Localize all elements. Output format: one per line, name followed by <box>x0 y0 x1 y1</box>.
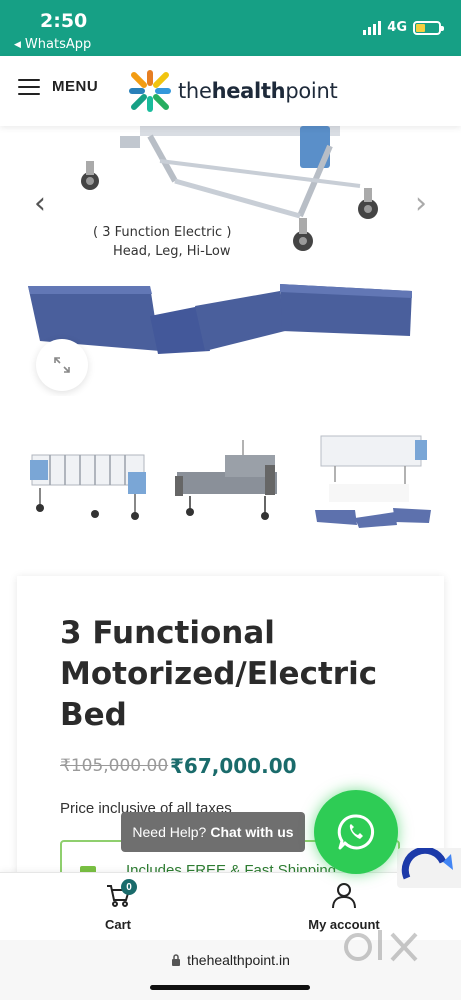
thumbnail-3[interactable] <box>305 410 445 540</box>
cart-count-badge: 0 <box>121 879 137 895</box>
site-logo[interactable]: thehealthpoint <box>128 69 338 113</box>
expand-icon <box>54 357 70 373</box>
olx-watermark-icon <box>344 930 418 962</box>
logo-text: thehealthpoint <box>178 79 338 103</box>
status-time: 2:50 <box>40 10 88 32</box>
chevron-right-icon: › <box>415 186 427 221</box>
sale-price: ₹67,000.00 <box>170 754 297 778</box>
signal-icon <box>363 20 382 35</box>
need-help-tooltip[interactable]: Need Help? Chat with us <box>121 812 305 852</box>
need-help-text: Need Help? <box>132 824 207 840</box>
site-header: MENU thehealthpoint <box>0 56 461 126</box>
thumbnail-image <box>315 435 431 528</box>
status-indicators: 4G <box>363 20 444 35</box>
thumbnail-image <box>30 454 146 520</box>
user-icon <box>332 883 356 909</box>
back-to-app-link[interactable]: ◀ WhatsApp <box>14 37 91 52</box>
zoom-button[interactable] <box>36 339 88 391</box>
back-app-label: WhatsApp <box>24 37 92 52</box>
lock-icon <box>172 954 181 966</box>
whatsapp-chat-button[interactable] <box>314 790 398 874</box>
network-type: 4G <box>387 20 407 35</box>
product-title: 3 Functional Motorized/Electric Bed <box>60 615 378 733</box>
cart-nav-item[interactable]: 0 Cart <box>88 879 148 932</box>
back-triangle-icon: ◀ <box>14 39 21 50</box>
recaptcha-badge[interactable] <box>397 848 461 888</box>
status-bar: 2:50 ◀ WhatsApp 4G <box>0 0 461 56</box>
caption-line-2: Head, Leg, Hi-Low <box>113 244 231 259</box>
thumbnail-strip <box>0 410 461 540</box>
cart-label: Cart <box>104 917 131 932</box>
chevron-left-icon: ‹ <box>34 186 46 221</box>
gallery-next-button[interactable]: › <box>415 186 427 221</box>
thumbnail-2[interactable] <box>165 410 305 540</box>
logo-mark-icon <box>129 70 171 112</box>
menu-label: MENU <box>52 78 99 95</box>
hamburger-icon <box>18 78 40 95</box>
gallery-prev-button[interactable]: ‹ <box>34 186 46 221</box>
thumbnail-1[interactable] <box>20 410 160 540</box>
home-indicator[interactable] <box>150 985 310 990</box>
menu-button[interactable]: MENU <box>18 78 98 95</box>
caption-line-1: ( 3 Function Electric ) <box>93 225 232 240</box>
original-price: ₹105,000.00 <box>60 756 169 776</box>
whatsapp-icon <box>337 814 375 850</box>
recaptcha-icon <box>401 848 453 880</box>
battery-icon <box>413 20 444 35</box>
thumbnail-image <box>175 440 277 520</box>
image-caption: ( 3 Function Electric ) Head, Leg, Hi-Lo… <box>93 223 231 261</box>
product-image-gallery[interactable]: ‹ › ( 3 Function Electric ) Head, Leg, H… <box>0 126 461 396</box>
chat-with-us-text: Chat with us <box>210 824 294 840</box>
url-text: thehealthpoint.in <box>187 952 290 968</box>
